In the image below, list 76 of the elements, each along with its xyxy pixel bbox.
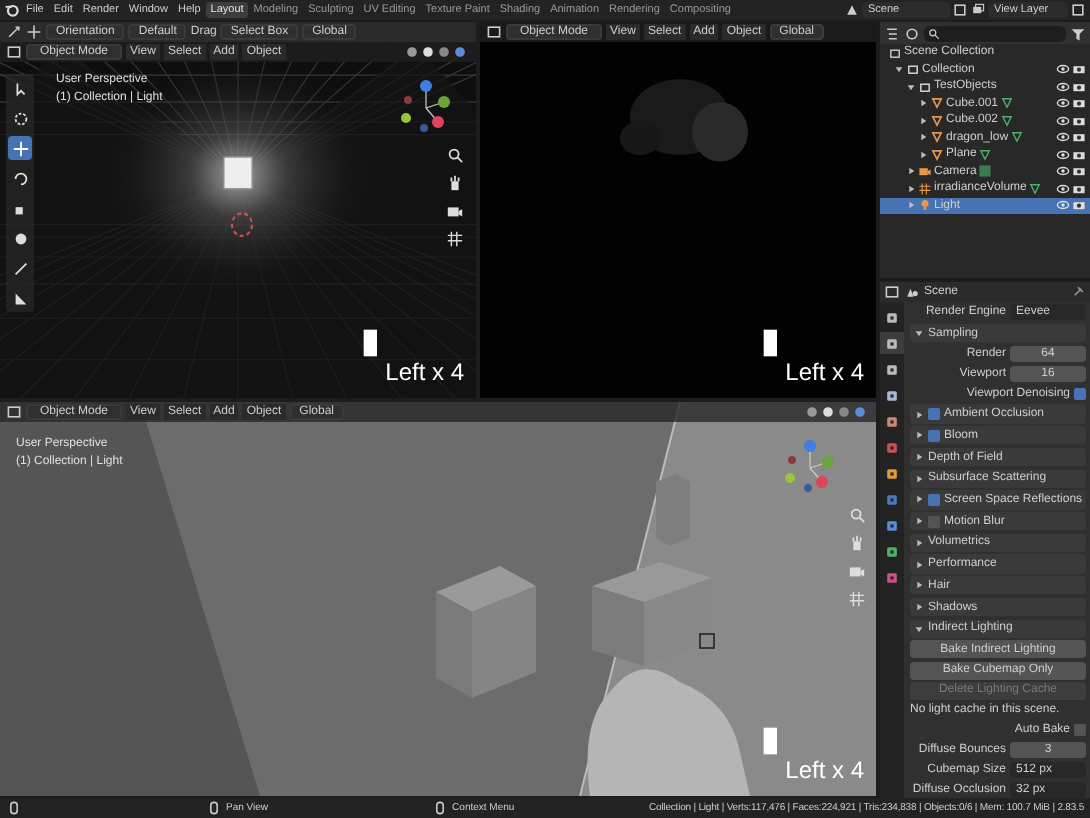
editor-type-icon[interactable] [6, 404, 22, 420]
camera-icon [918, 164, 932, 179]
disclosure-triangle-icon[interactable] [918, 115, 928, 126]
camera-icon[interactable] [1072, 147, 1086, 162]
camera-icon[interactable] [1072, 79, 1086, 94]
camera-icon[interactable] [1072, 62, 1086, 77]
disclosure-triangle-icon[interactable] [906, 183, 916, 194]
mesh-data-icon [978, 147, 993, 162]
checkbox[interactable] [928, 493, 940, 506]
pencil-icon [11, 259, 29, 277]
camera-label: Left x 4 [785, 756, 864, 784]
editor-type-icon[interactable] [6, 44, 22, 60]
eye-icon[interactable] [1056, 181, 1070, 196]
axis-gizmo[interactable] [396, 78, 456, 138]
camera-icon[interactable] [446, 202, 464, 220]
probe-marker-icon [699, 633, 715, 649]
disclosure-triangle-icon[interactable] [918, 149, 928, 160]
search-icon [928, 27, 940, 39]
ruler-icon [11, 289, 29, 307]
editor-type-icon[interactable] [486, 24, 502, 40]
camera-icon[interactable] [1072, 198, 1086, 213]
pillar-drawing [656, 474, 690, 546]
checkbox[interactable] [1074, 387, 1086, 400]
hand-icon[interactable] [446, 174, 464, 192]
shading-icon[interactable] [402, 44, 470, 60]
disclosure-triangle-icon[interactable] [906, 166, 916, 177]
camera-icon[interactable] [1072, 113, 1086, 128]
camera-label: Left x 4 [385, 358, 464, 386]
eye-icon[interactable] [1056, 147, 1070, 162]
list-icon[interactable] [884, 25, 900, 41]
grid-icon [918, 181, 932, 196]
shading-icon[interactable] [802, 404, 870, 420]
display-icon[interactable] [904, 25, 920, 41]
cube-drawing [592, 562, 712, 666]
grid-icon[interactable] [446, 230, 464, 248]
cube-drawing [436, 566, 536, 698]
eye-icon[interactable] [1056, 62, 1070, 77]
disclosure-triangle-icon[interactable] [918, 132, 928, 143]
eye-icon[interactable] [1056, 96, 1070, 111]
camera-label: Left x 4 [785, 358, 864, 386]
logo-icon[interactable] [4, 2, 20, 18]
properties-tab[interactable] [880, 332, 904, 354]
move-icon[interactable] [26, 24, 42, 40]
checkbox[interactable] [1074, 723, 1086, 736]
camera-data-icon [978, 164, 993, 179]
search-field[interactable] [924, 25, 1066, 41]
eye-icon[interactable] [1056, 164, 1070, 179]
checkbox[interactable] [928, 515, 940, 528]
checkbox[interactable] [928, 429, 940, 442]
disclosure-triangle-icon[interactable] [918, 98, 928, 109]
disclosure-triangle-icon[interactable] [906, 81, 916, 92]
mouse-icon [432, 800, 449, 816]
disclosure-triangle-icon[interactable] [894, 64, 904, 75]
eye-icon[interactable] [1056, 113, 1070, 128]
dashed-circle-icon [11, 109, 29, 127]
transform-icon [11, 229, 29, 247]
editor-type-icon[interactable] [884, 284, 900, 300]
mouse-icon [206, 800, 222, 816]
mesh-data-icon [1028, 181, 1043, 196]
camera-icon[interactable] [1072, 96, 1086, 111]
pin-icon[interactable] [1070, 284, 1086, 300]
camera-icon[interactable] [1072, 164, 1086, 179]
disclosure-triangle-icon [914, 452, 924, 462]
rotate-icon [11, 169, 29, 187]
move-icon [11, 139, 29, 157]
disclosure-triangle-icon [914, 328, 924, 339]
eye-icon[interactable] [1056, 130, 1070, 145]
mouse-icon [6, 800, 22, 816]
camera-icon[interactable] [1072, 130, 1086, 145]
bulb-icon [918, 198, 932, 213]
checkbox[interactable] [928, 408, 940, 421]
camera-icon[interactable] [1072, 181, 1086, 196]
filter-icon[interactable] [1070, 25, 1086, 41]
eye-icon[interactable] [1056, 79, 1070, 94]
zoom-icon[interactable] [446, 146, 464, 164]
tool-button[interactable] [8, 136, 32, 160]
